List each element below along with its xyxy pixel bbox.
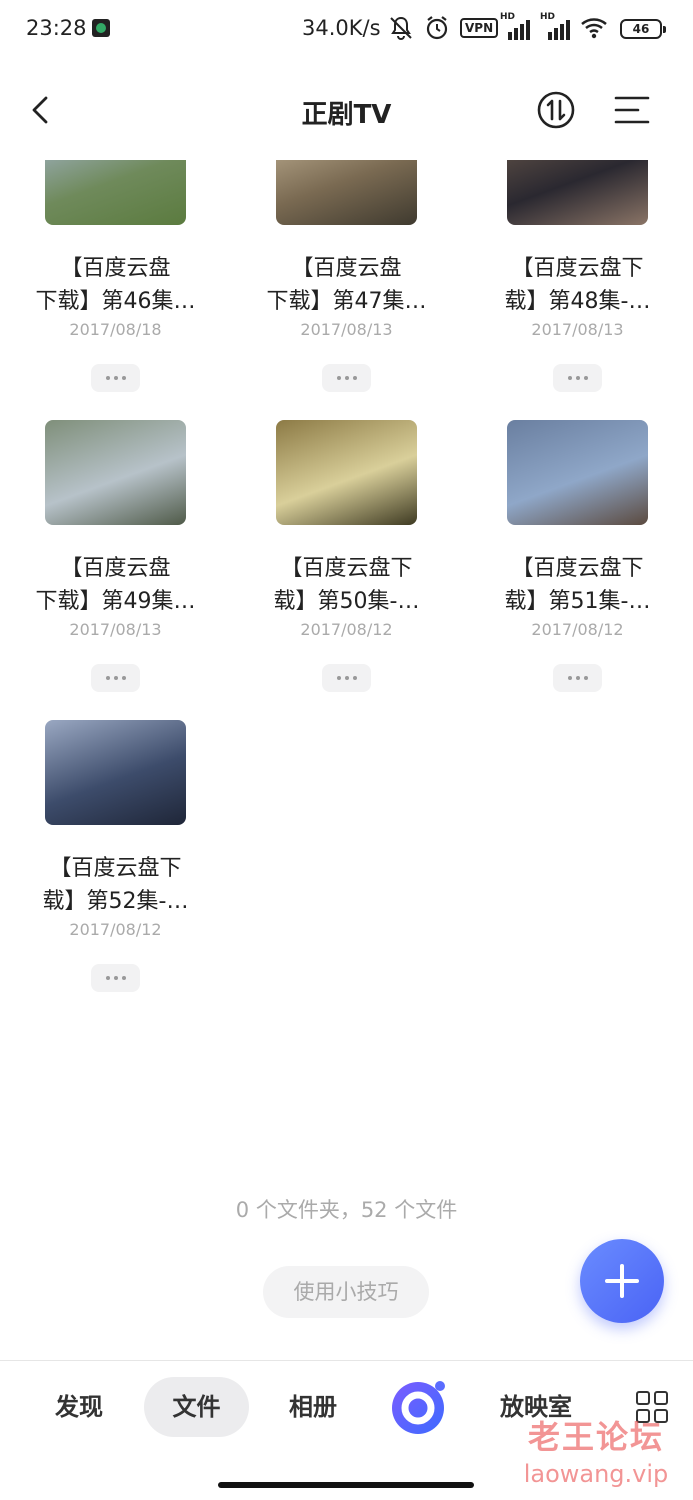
video-thumbnail[interactable] bbox=[507, 160, 648, 225]
hd-label-2: HD bbox=[540, 12, 556, 22]
hd-label: HD bbox=[500, 12, 516, 22]
notification-app-icon bbox=[92, 19, 110, 37]
sort-icon[interactable] bbox=[534, 88, 578, 132]
file-count-summary: 0 个文件夹，52 个文件 bbox=[235, 1198, 458, 1222]
file-name-line1: 【百度云盘下 bbox=[511, 256, 644, 281]
file-item[interactable]: 【百度云盘 下载】第47集… 2017/08/13 bbox=[231, 160, 462, 460]
home-indicator[interactable] bbox=[218, 1482, 474, 1488]
video-thumbnail[interactable] bbox=[45, 420, 186, 525]
file-name: 【百度云盘 下载】第46集… bbox=[18, 252, 213, 318]
nav-files[interactable]: 文件 bbox=[144, 1377, 249, 1437]
video-thumbnail[interactable] bbox=[507, 420, 648, 525]
file-date: 2017/08/13 bbox=[300, 320, 393, 339]
watermark-url: laowang.vip bbox=[523, 1460, 669, 1488]
file-name-line2: 下载】第49集… bbox=[35, 589, 196, 614]
file-item[interactable]: 【百度云盘下 载】第48集-… 2017/08/13 bbox=[462, 160, 693, 460]
nav-discover[interactable]: 发现 bbox=[40, 1377, 118, 1437]
file-name: 【百度云盘下 载】第48集-… bbox=[480, 252, 675, 318]
ai-assistant-icon[interactable] bbox=[388, 1377, 448, 1437]
file-name-line1: 【百度云盘 bbox=[60, 556, 171, 581]
file-name-line2: 载】第50集-… bbox=[273, 589, 420, 614]
file-name-line1: 【百度云盘 bbox=[60, 256, 171, 281]
file-item[interactable]: 【百度云盘 下载】第46集… 2017/08/18 bbox=[0, 160, 231, 460]
video-thumbnail[interactable] bbox=[45, 720, 186, 825]
file-name-line1: 【百度云盘下 bbox=[511, 556, 644, 581]
file-date: 2017/08/12 bbox=[531, 620, 624, 639]
tips-button[interactable]: 使用小技巧 bbox=[263, 1266, 429, 1318]
nav-album[interactable]: 相册 bbox=[274, 1377, 352, 1437]
file-item[interactable]: 【百度云盘下 载】第50集-… 2017/08/12 bbox=[231, 420, 462, 720]
file-name-line1: 【百度云盘下 bbox=[49, 856, 182, 881]
more-options-button[interactable] bbox=[91, 364, 140, 392]
file-name-line1: 【百度云盘下 bbox=[280, 556, 413, 581]
more-options-button[interactable] bbox=[553, 664, 602, 692]
page-title: 正剧TV bbox=[301, 100, 392, 130]
file-name-line2: 下载】第47集… bbox=[266, 289, 427, 314]
file-name-line1: 【百度云盘 bbox=[291, 256, 402, 281]
list-menu-icon[interactable] bbox=[612, 92, 652, 128]
mute-icon bbox=[390, 16, 412, 40]
file-name: 【百度云盘下 载】第51集-… bbox=[480, 552, 675, 618]
file-item[interactable]: 【百度云盘下 载】第52集-… 2017/08/12 bbox=[0, 720, 231, 1020]
wifi-icon bbox=[581, 18, 607, 39]
alarm-icon bbox=[426, 16, 448, 40]
file-grid: 【百度云盘 下载】第46集… 2017/08/18 【百度云盘 下载】第47集…… bbox=[0, 160, 693, 1020]
vpn-badge: VPN bbox=[460, 18, 499, 38]
network-speed: 34.0K/s bbox=[302, 16, 381, 40]
file-name: 【百度云盘下 载】第52集-… bbox=[18, 852, 213, 918]
more-options-button[interactable] bbox=[91, 964, 140, 992]
file-date: 2017/08/18 bbox=[69, 320, 162, 339]
watermark-title: 老王论坛 bbox=[527, 1418, 664, 1456]
file-date: 2017/08/13 bbox=[69, 620, 162, 639]
video-thumbnail[interactable] bbox=[276, 420, 417, 525]
more-options-button[interactable] bbox=[322, 364, 371, 392]
status-time: 23:28 bbox=[26, 16, 87, 40]
more-options-button[interactable] bbox=[553, 364, 602, 392]
top-bar: 正剧TV bbox=[0, 70, 693, 152]
file-name: 【百度云盘 下载】第47集… bbox=[249, 252, 444, 318]
file-item[interactable]: 【百度云盘下 载】第51集-… 2017/08/12 bbox=[462, 420, 693, 720]
signal-icon: HD bbox=[500, 12, 530, 40]
signal-icon-2: HD bbox=[540, 12, 570, 40]
add-button[interactable] bbox=[580, 1239, 664, 1323]
file-date: 2017/08/13 bbox=[531, 320, 624, 339]
file-item[interactable]: 【百度云盘 下载】第49集… 2017/08/13 bbox=[0, 420, 231, 720]
more-options-button[interactable] bbox=[322, 664, 371, 692]
battery-indicator: 46 bbox=[620, 19, 666, 39]
file-name-line2: 载】第52集-… bbox=[42, 889, 189, 914]
file-name-line2: 下载】第46集… bbox=[35, 289, 196, 314]
file-name-line2: 载】第48集-… bbox=[504, 289, 651, 314]
file-name: 【百度云盘下 载】第50集-… bbox=[249, 552, 444, 618]
file-date: 2017/08/12 bbox=[300, 620, 393, 639]
video-thumbnail[interactable] bbox=[45, 160, 186, 225]
watermark: 老王论坛 laowang.vip bbox=[506, 1412, 686, 1488]
file-name-line2: 载】第51集-… bbox=[504, 589, 651, 614]
video-thumbnail[interactable] bbox=[276, 160, 417, 225]
file-name: 【百度云盘 下载】第49集… bbox=[18, 552, 213, 618]
more-options-button[interactable] bbox=[91, 664, 140, 692]
status-bar: 23:28 34.0K/s VPN HD HD 46 bbox=[0, 0, 693, 60]
file-date: 2017/08/12 bbox=[69, 920, 162, 939]
